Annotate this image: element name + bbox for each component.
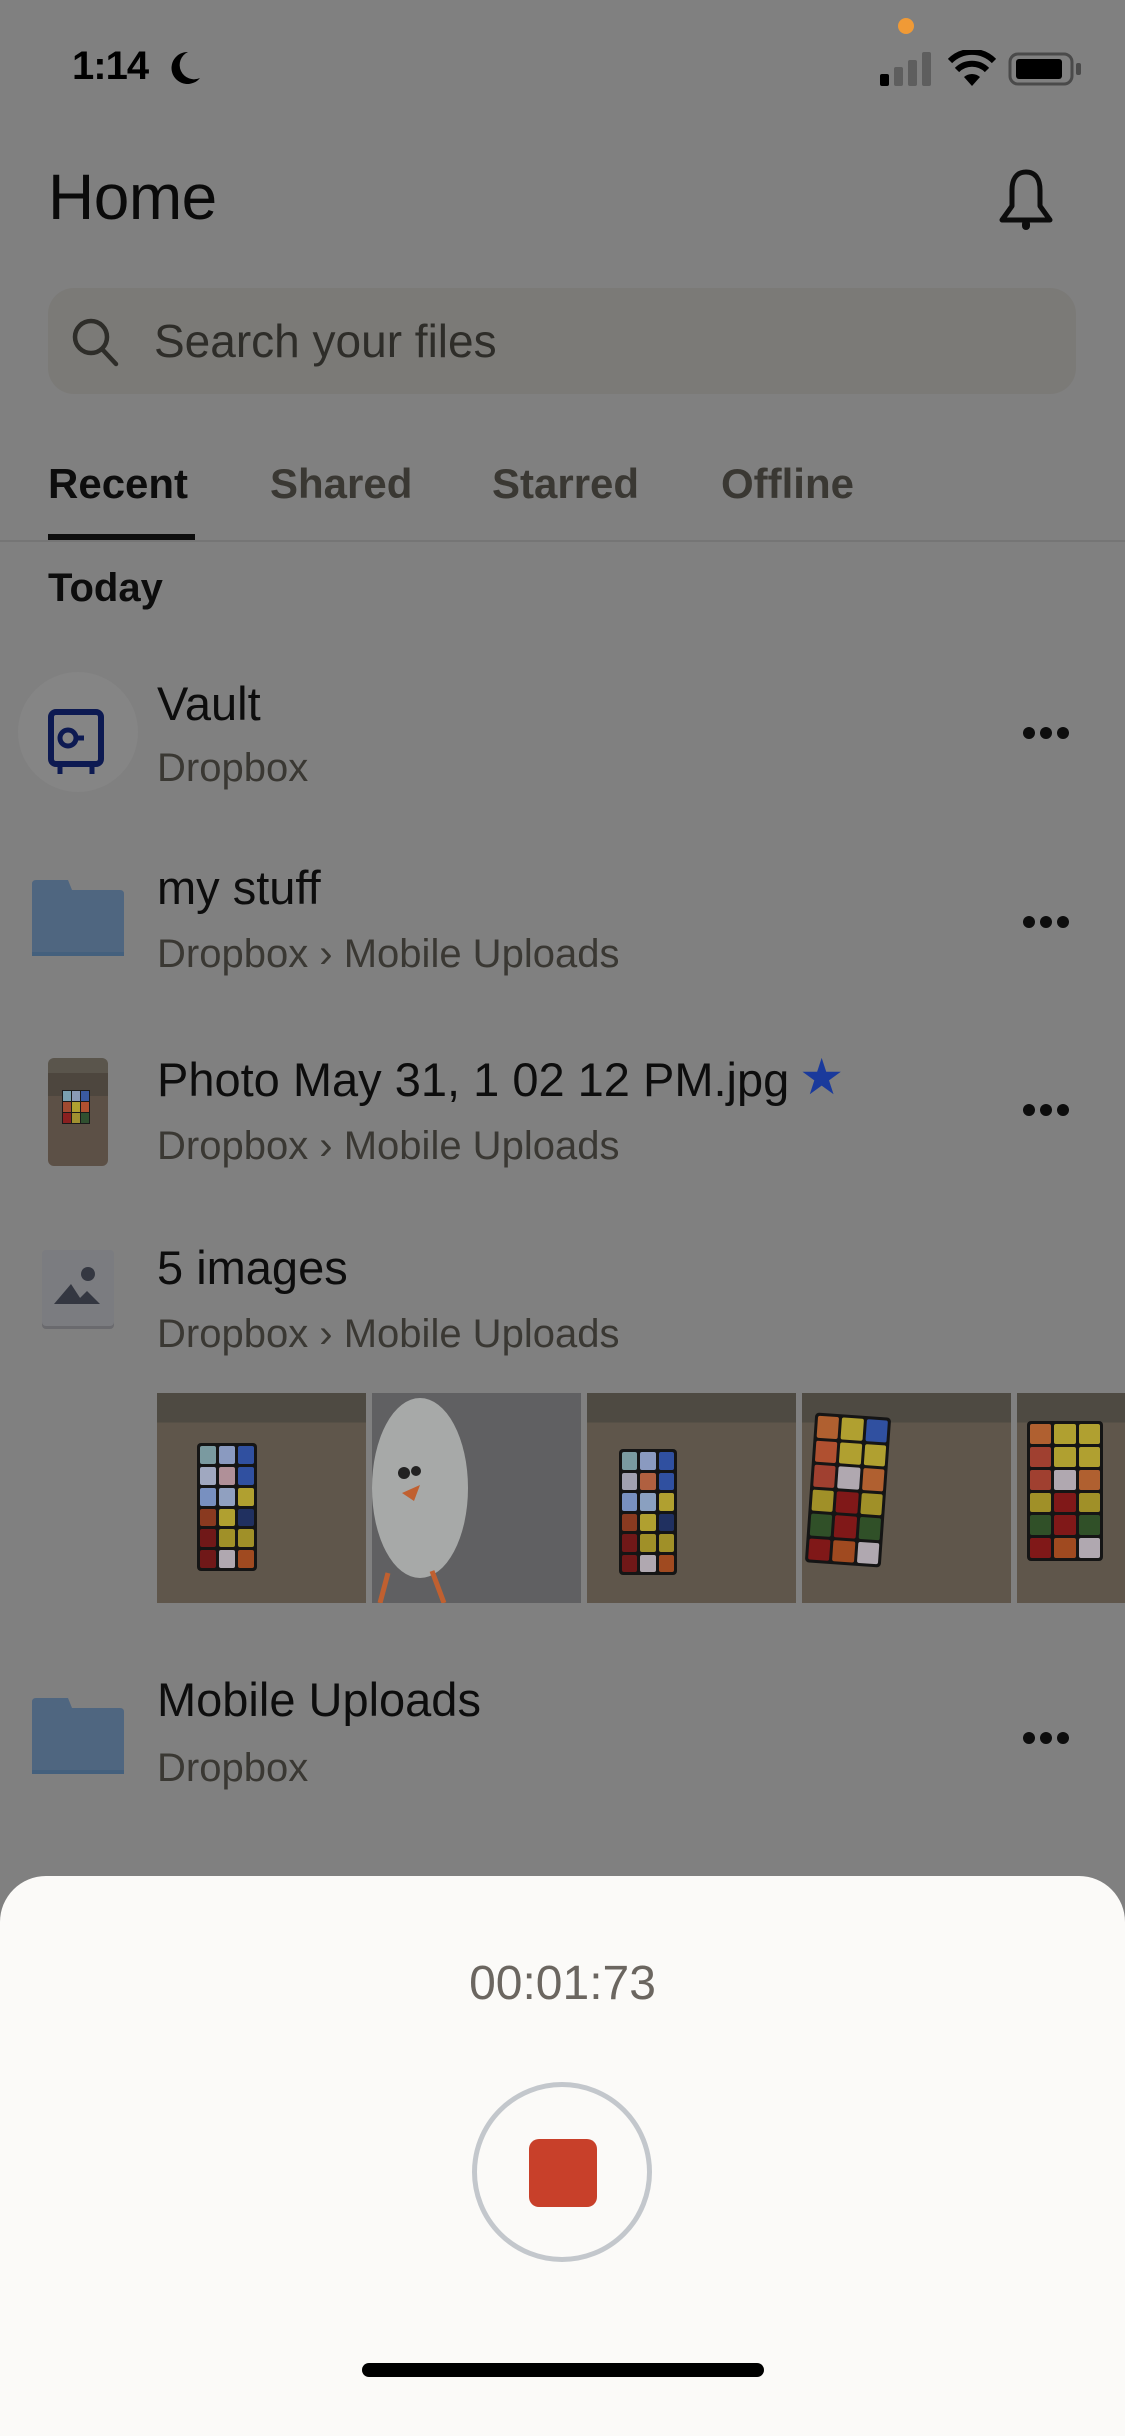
item-title: my stuff — [157, 861, 321, 914]
more-dot — [1040, 727, 1052, 739]
tab-bar: Recent Shared Starred Offline — [0, 440, 1125, 542]
signal-icon — [880, 52, 931, 86]
stop-recording-button[interactable] — [472, 2082, 652, 2262]
item-title: Vault — [157, 677, 261, 730]
item-subtitle: Dropbox › Mobile Uploads — [157, 932, 620, 976]
search-bar[interactable] — [48, 288, 1076, 394]
more-dot — [1023, 727, 1035, 739]
status-bar: 1:14 — [0, 0, 1125, 140]
battery-icon — [1008, 52, 1081, 86]
image-thumbnail[interactable] — [1017, 1393, 1125, 1603]
list-item-my-stuff[interactable]: my stuff Dropbox › Mobile Uploads — [0, 840, 1125, 1010]
item-title-wrap: Photo May 31, 1 02 12 PM.jpg ★ — [157, 1052, 844, 1107]
image-thumbnail[interactable] — [587, 1393, 796, 1603]
item-title: Photo May 31, 1 02 12 PM.jpg — [157, 1053, 790, 1106]
list-item-photo[interactable]: Photo May 31, 1 02 12 PM.jpg ★ Dropbox › … — [0, 1020, 1125, 1190]
moon-icon — [171, 51, 200, 84]
privacy-indicator-dot — [898, 18, 914, 34]
search-input[interactable] — [154, 288, 1034, 394]
star-icon: ★ — [799, 1049, 845, 1105]
wifi-icon — [948, 50, 996, 86]
tab-recent[interactable]: Recent — [48, 460, 188, 508]
more-dot — [1057, 1732, 1069, 1744]
stop-icon — [529, 2139, 597, 2207]
egg-figure-photo — [372, 1398, 468, 1603]
rubiks-cube-photo — [804, 1412, 892, 1568]
audio-recorder-sheet: 00:01:73 — [0, 1876, 1125, 2436]
photo-thumbnail — [48, 1058, 108, 1166]
rubiks-cube-thumbnail — [62, 1090, 90, 1124]
more-options-button[interactable] — [1016, 1090, 1076, 1130]
section-title-today: Today — [48, 566, 163, 610]
item-subtitle: Dropbox — [157, 746, 309, 790]
rubiks-cube-photo — [619, 1449, 677, 1575]
item-title: Mobile Uploads — [157, 1673, 481, 1726]
more-dot — [1057, 1104, 1069, 1116]
folder-icon — [32, 880, 124, 956]
image-thumbnail[interactable] — [372, 1393, 581, 1603]
recording-timer: 00:01:73 — [469, 1957, 656, 2010]
item-subtitle: Dropbox › Mobile Uploads — [157, 1124, 620, 1168]
home-indicator[interactable] — [362, 2363, 764, 2377]
active-tab-indicator — [48, 534, 195, 540]
status-time: 1:14 — [72, 44, 149, 88]
search-icon — [72, 318, 119, 367]
tab-starred[interactable]: Starred — [492, 460, 639, 508]
notifications-button[interactable] — [990, 166, 1062, 238]
rubiks-cube-photo — [197, 1443, 257, 1571]
more-options-button[interactable] — [1016, 1718, 1076, 1758]
item-title: 5 images — [157, 1241, 348, 1294]
more-dot — [1057, 727, 1069, 739]
more-dot — [1040, 1732, 1052, 1744]
image-thumbnail[interactable] — [802, 1393, 1011, 1603]
tab-offline[interactable]: Offline — [721, 460, 854, 508]
more-options-button[interactable] — [1016, 902, 1076, 942]
vault-icon-container — [18, 672, 138, 792]
more-dot — [1023, 916, 1035, 928]
rubiks-cube-photo — [1027, 1421, 1103, 1561]
more-dot — [1023, 1732, 1035, 1744]
bell-icon — [999, 169, 1053, 230]
screen: 1:14 Home Search your files Recent Share… — [0, 0, 1125, 2436]
more-dot — [1057, 916, 1069, 928]
more-dot — [1040, 916, 1052, 928]
image-glyph — [54, 1267, 100, 1304]
image-thumbnail-strip[interactable] — [157, 1393, 1125, 1603]
image-thumbnail[interactable] — [157, 1393, 366, 1603]
folder-icon — [32, 1698, 124, 1774]
tab-shared[interactable]: Shared — [270, 460, 412, 508]
page-title: Home — [48, 161, 217, 233]
more-dot — [1040, 1104, 1052, 1116]
vault-icon — [48, 709, 104, 774]
more-dot — [1023, 1104, 1035, 1116]
more-options-button[interactable] — [1016, 713, 1076, 753]
item-subtitle: Dropbox › Mobile Uploads — [157, 1312, 620, 1356]
list-item-vault[interactable]: Vault Dropbox — [0, 650, 1125, 820]
list-item-mobile-uploads[interactable]: Mobile Uploads Dropbox — [0, 1650, 1125, 1820]
image-icon — [42, 1250, 114, 1326]
item-subtitle: Dropbox — [157, 1746, 309, 1790]
